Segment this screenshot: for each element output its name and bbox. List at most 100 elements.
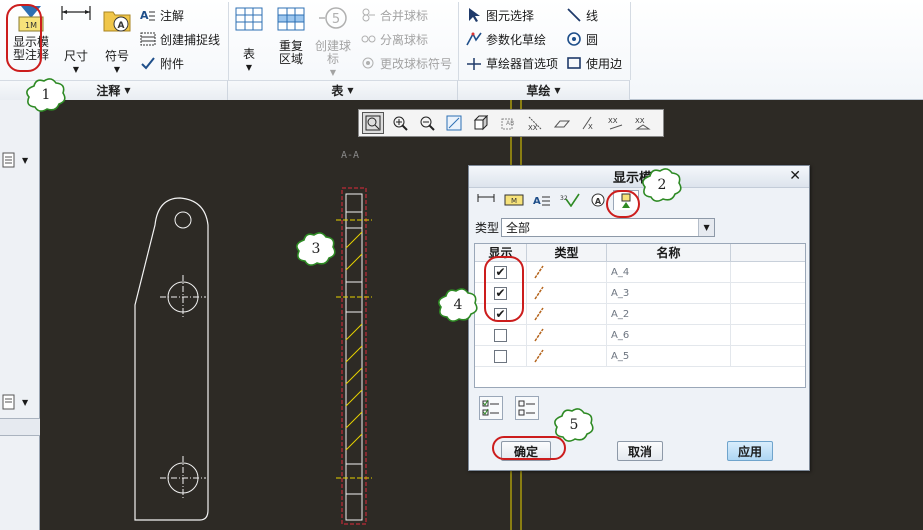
chevron-down-icon: ▼: [124, 86, 131, 95]
refit-icon: [365, 115, 381, 131]
annotation-table: 显示 类型 名称 ✔ A_4 ✔ A_3 ✔ A_2 A_6 A_5: [474, 243, 806, 388]
symbol-label: 符号: [104, 49, 129, 63]
table-row[interactable]: ✔ A_4: [475, 262, 805, 283]
type-filter-select[interactable]: 全部 ▼: [501, 218, 716, 237]
annotation-button[interactable]: A 注解: [140, 6, 184, 24]
crosshair-icon: [467, 58, 481, 70]
zoom-in-button[interactable]: [389, 112, 411, 134]
tab-dimension[interactable]: [473, 190, 499, 210]
sketcher-preferences-label: 草绘器首选项: [486, 56, 559, 71]
panel-view-dropdown-2[interactable]: ▼: [2, 392, 36, 412]
callout-3-label: 3: [311, 241, 321, 257]
create-balloon-dropdown-icon[interactable]: ▼: [330, 66, 336, 79]
sketch-group-text: 草绘: [526, 84, 551, 98]
datum-axis-icon: [534, 328, 544, 342]
tab-note[interactable]: A: [529, 190, 555, 210]
surface-finish-icon: 32: [560, 193, 580, 207]
datum-planes-display-button[interactable]: [551, 112, 573, 134]
svg-text:XX: XX: [608, 117, 618, 125]
show-checkbox[interactable]: [494, 328, 507, 342]
model-tree-panel: ▼ ▼: [0, 100, 40, 530]
table-group-label[interactable]: 表 ▼: [228, 80, 458, 100]
column-type[interactable]: 类型: [527, 244, 607, 261]
table-button[interactable]: 表 ▼: [232, 4, 266, 74]
create-balloon-button[interactable]: 5 创建球 标 ▼: [312, 4, 354, 79]
table-row[interactable]: ✔ A_3: [475, 283, 805, 304]
create-snap-line-label: 创建捕捉线: [160, 32, 221, 47]
dimension-tab-icon: [477, 194, 495, 202]
dimension-dropdown-icon[interactable]: ▼: [73, 63, 79, 76]
column-name[interactable]: 名称: [607, 244, 731, 261]
line-icon: [567, 8, 581, 22]
geometric-tolerance-icon: M: [504, 194, 524, 206]
cancel-button[interactable]: 取消: [617, 441, 663, 461]
show-checkbox[interactable]: [494, 349, 507, 363]
use-edge-label: 使用边: [586, 56, 623, 71]
callout-5: 5: [552, 406, 596, 444]
repeat-region-button[interactable]: 重复 区域: [272, 4, 310, 66]
merge-balloon-button[interactable]: 合并球标: [360, 6, 428, 24]
annotation-icon: A: [140, 9, 155, 22]
annotation-label: 注解: [160, 8, 185, 23]
use-edge-button[interactable]: 使用边: [566, 54, 622, 72]
type-filter-label: 类型: [475, 221, 500, 235]
zoom-out-icon: [420, 116, 435, 131]
parametric-sketch-label: 参数化草绘: [486, 32, 547, 47]
symbol-dropdown-icon[interactable]: ▼: [114, 63, 120, 76]
circle-icon: [567, 32, 581, 46]
hole-top: [174, 211, 192, 229]
line-button[interactable]: 线: [566, 6, 598, 24]
create-snap-line-button[interactable]: 创建捕捉线: [140, 30, 220, 48]
change-balloon-symbol-button[interactable]: 更改球标符号: [360, 54, 452, 72]
table-row[interactable]: A_6: [475, 325, 805, 346]
tab-surface-finish[interactable]: 32: [557, 190, 583, 210]
datum-axes-icon: XX: [528, 116, 542, 131]
close-icon[interactable]: ✕: [789, 168, 801, 184]
select-elements-button[interactable]: 图元选择: [466, 6, 534, 24]
coordinate-systems-display-button[interactable]: XX: [605, 112, 627, 134]
merge-balloon-label: 合并球标: [380, 8, 429, 23]
table-row[interactable]: ✔ A_2: [475, 304, 805, 325]
circle-button[interactable]: 圆: [566, 30, 598, 48]
saved-orientations-button[interactable]: AB: [497, 112, 519, 134]
datum-axis-icon: [534, 349, 544, 363]
chevron-down-icon: ▼: [347, 86, 354, 95]
symbol-button[interactable]: A 符号 ▼: [98, 4, 136, 76]
sketch-group-label[interactable]: 草绘 ▼: [458, 80, 630, 100]
name-cell: A_2: [607, 304, 731, 324]
section-view-label: A-A: [341, 150, 359, 161]
dialog-titlebar: 显示模型 ✕: [469, 166, 809, 188]
apply-button[interactable]: 应用: [727, 441, 773, 461]
type-cell: [527, 346, 607, 366]
zoom-out-button[interactable]: [416, 112, 438, 134]
group-separator: [228, 2, 229, 80]
svg-text:X: X: [588, 123, 593, 131]
datum-points-display-button[interactable]: X: [578, 112, 600, 134]
attachment-button[interactable]: 附件: [140, 54, 184, 72]
panel-view-dropdown[interactable]: ▼: [2, 150, 36, 170]
dimension-label: 尺寸: [63, 49, 88, 63]
display-style-button[interactable]: [470, 112, 492, 134]
table-dropdown-icon[interactable]: ▼: [246, 61, 252, 74]
highlight-ring-datum-tab: [606, 190, 640, 218]
highlight-ring-checkboxes: [484, 256, 524, 322]
graphics-view-toolbar: AB XX X XX XX: [358, 109, 664, 137]
datum-axis-icon: [534, 265, 544, 279]
annotations-display-button[interactable]: XX: [632, 112, 654, 134]
parametric-sketch-button[interactable]: 参数化草绘: [466, 30, 546, 48]
select-all-button[interactable]: [479, 396, 503, 420]
tab-geometric-tolerance[interactable]: M: [501, 190, 527, 210]
callout-2-label: 2: [657, 177, 667, 193]
dimension-button[interactable]: 尺寸 ▼: [58, 4, 94, 76]
table-row[interactable]: A_5: [475, 346, 805, 367]
sketcher-preferences-button[interactable]: 草绘器首选项: [466, 54, 558, 72]
type-cell: [527, 304, 607, 324]
callout-1: 1: [24, 76, 68, 114]
datum-axes-display-button[interactable]: XX: [524, 112, 546, 134]
refit-view-button[interactable]: [362, 112, 384, 134]
repaint-button[interactable]: [443, 112, 465, 134]
deselect-all-button[interactable]: [515, 396, 539, 420]
datum-points-icon: X: [582, 116, 593, 131]
svg-text:A: A: [533, 196, 541, 207]
split-balloon-button[interactable]: 分离球标: [360, 30, 428, 48]
